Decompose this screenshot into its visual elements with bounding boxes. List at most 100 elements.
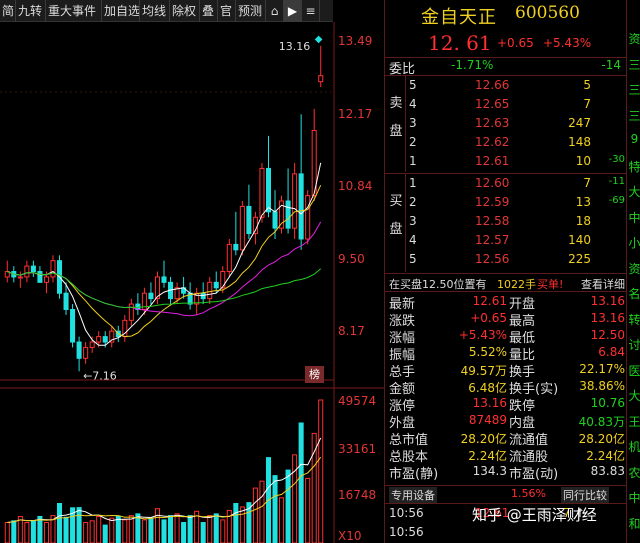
order-book-row[interactable]: 1 12.60 7 -11 — [385, 176, 627, 194]
tb-major-events[interactable]: 重大事件 — [46, 0, 102, 22]
stat-row: 外盘 87489 — [389, 412, 507, 431]
tb-add-watchlist[interactable]: 加自选 — [102, 0, 140, 22]
side-list-item[interactable]: 农 — [628, 464, 640, 481]
candle-body — [43, 276, 49, 283]
side-list-item[interactable]: 王 — [628, 413, 640, 430]
volume-bar — [292, 454, 298, 543]
tb-simple[interactable]: 简 — [0, 0, 16, 22]
tb-overlay[interactable]: 叠 — [200, 0, 218, 22]
order-book-row[interactable]: 3 12.58 18 — [385, 214, 627, 232]
side-list-item[interactable]: 大 — [628, 183, 640, 200]
tb-forecast[interactable]: 预测 — [236, 0, 266, 22]
order-level: 5 — [409, 252, 417, 266]
stat-row: 涨停 13.16 — [389, 395, 507, 414]
tb-play-icon[interactable]: ▶ — [284, 0, 302, 22]
stat-row: 市盈(动) 83.83 — [509, 463, 625, 482]
side-list-item[interactable]: 转 — [628, 311, 640, 328]
kline-chart-svg[interactable]: 13.16 ◆ ←7.16 — [0, 22, 384, 543]
side-list-item[interactable]: 三 — [628, 107, 640, 124]
order-book-row[interactable]: 2 12.62 148 — [385, 135, 627, 153]
candle-body — [148, 292, 154, 300]
order-price: 12.59 — [475, 195, 510, 209]
volume-bar — [318, 399, 324, 543]
tb-ma[interactable]: 均线 — [140, 0, 170, 22]
volume-bar — [76, 507, 82, 543]
stat-value: 28.20亿 — [578, 432, 625, 446]
side-list-item[interactable]: 医 — [628, 362, 640, 379]
order-price: 12.66 — [475, 78, 510, 92]
volume-bar — [141, 519, 147, 543]
side-list-item[interactable]: 中 — [628, 489, 640, 506]
volume-bar — [115, 515, 121, 543]
side-list-item[interactable]: 三 — [628, 81, 640, 98]
buy-order-book: 买盘 1 12.60 7 -11 2 12.59 13 -69 3 12.58 18 4 12.57 14… — [385, 174, 627, 272]
volume-bar — [207, 515, 213, 543]
large-order-alert[interactable]: 在买盘12.50位置有 1022手 买单! 查看详细 — [385, 275, 627, 291]
side-list-item[interactable]: 讨 — [628, 336, 640, 353]
kline-chart-area[interactable]: 13.16 ◆ ←7.16 13.49 12.17 10.84 9.50 8.17 4957… — [0, 22, 384, 543]
order-price: 12.63 — [475, 116, 510, 130]
order-level: 1 — [409, 176, 417, 190]
low-marker: ←7.16 — [83, 369, 117, 382]
order-price: 12.58 — [475, 214, 510, 228]
tb-home-icon[interactable]: ⌂ — [266, 0, 284, 22]
stat-value: 13.16 — [590, 294, 625, 308]
order-book-row[interactable]: 5 12.66 5 — [385, 78, 627, 96]
candle-body — [259, 167, 265, 218]
stat-row: 流通股 2.24亿 — [509, 446, 625, 465]
order-qty: 5 — [583, 78, 591, 92]
price-change: +0.65 — [497, 36, 534, 50]
order-book-row[interactable]: 5 12.56 225 — [385, 252, 627, 270]
order-book-row[interactable]: 4 12.65 7 — [385, 97, 627, 115]
tb-menu-icon[interactable]: ≡ — [302, 0, 320, 22]
candle-body — [37, 271, 43, 283]
tb-ex-right[interactable]: 除权 — [170, 0, 200, 22]
stat-value: 28.20亿 — [460, 432, 507, 446]
order-qty: 148 — [568, 135, 591, 149]
side-list-item[interactable]: 三 — [628, 56, 640, 73]
side-list-item[interactable]: 机 — [628, 438, 640, 455]
peer-compare-button[interactable]: 同行比较 — [561, 487, 609, 503]
side-list-item[interactable]: 中 — [628, 209, 640, 226]
order-qty: 140 — [568, 233, 591, 247]
volume-bar — [285, 469, 291, 543]
alert-action: 买单! — [537, 278, 564, 291]
stat-value: 12.50 — [590, 328, 625, 342]
stat-row: 金额 6.48亿 — [389, 378, 507, 397]
industry-name[interactable]: 专用设备 — [389, 487, 437, 503]
stat-value: 10.76 — [590, 396, 625, 410]
volume-bar — [102, 524, 108, 543]
side-list-item[interactable]: 9 — [628, 132, 640, 146]
side-list-item[interactable]: 名 — [628, 285, 640, 302]
order-book-row[interactable]: 3 12.63 247 — [385, 116, 627, 134]
order-price: 12.61 — [475, 154, 510, 168]
candle-body — [239, 205, 245, 251]
order-book-row[interactable]: 1 12.61 10 -30 — [385, 154, 627, 172]
side-list-item[interactable]: 小 — [628, 234, 640, 251]
volume-bar — [174, 513, 180, 543]
side-list-strip[interactable]: 资三三三9特大中小资名转讨医大王机农中和 — [626, 0, 640, 543]
side-list-item[interactable]: 大 — [628, 387, 640, 404]
order-book-row[interactable]: 2 12.59 13 -69 — [385, 195, 627, 213]
side-list-item[interactable]: 资 — [628, 30, 640, 47]
order-book-row[interactable]: 4 12.57 140 — [385, 233, 627, 251]
candle-body — [265, 167, 272, 213]
watermark: 知乎 @王雨泽财经 — [472, 506, 597, 524]
order-qty-change: -69 — [608, 195, 625, 206]
volume-bar — [128, 515, 134, 543]
volume-bar — [154, 508, 160, 543]
ranking-badge[interactable]: 榜 — [305, 366, 324, 383]
candle-body — [96, 336, 102, 343]
side-list-item[interactable]: 资 — [628, 260, 640, 277]
tb-nine-turn[interactable]: 九转 — [16, 0, 46, 22]
price-axis-label: 10.84 — [338, 179, 373, 193]
volume-bar — [30, 520, 36, 543]
alert-detail-link[interactable]: 查看详细 — [581, 276, 625, 292]
side-list-item[interactable]: 特 — [628, 158, 640, 175]
stat-value: 13.16 — [472, 396, 507, 410]
side-list-item[interactable]: 和 — [628, 515, 640, 532]
order-qty: 225 — [568, 252, 591, 266]
tb-official[interactable]: 官 — [218, 0, 236, 22]
volume-bar — [305, 477, 311, 543]
stat-value: 5.52% — [468, 345, 507, 359]
